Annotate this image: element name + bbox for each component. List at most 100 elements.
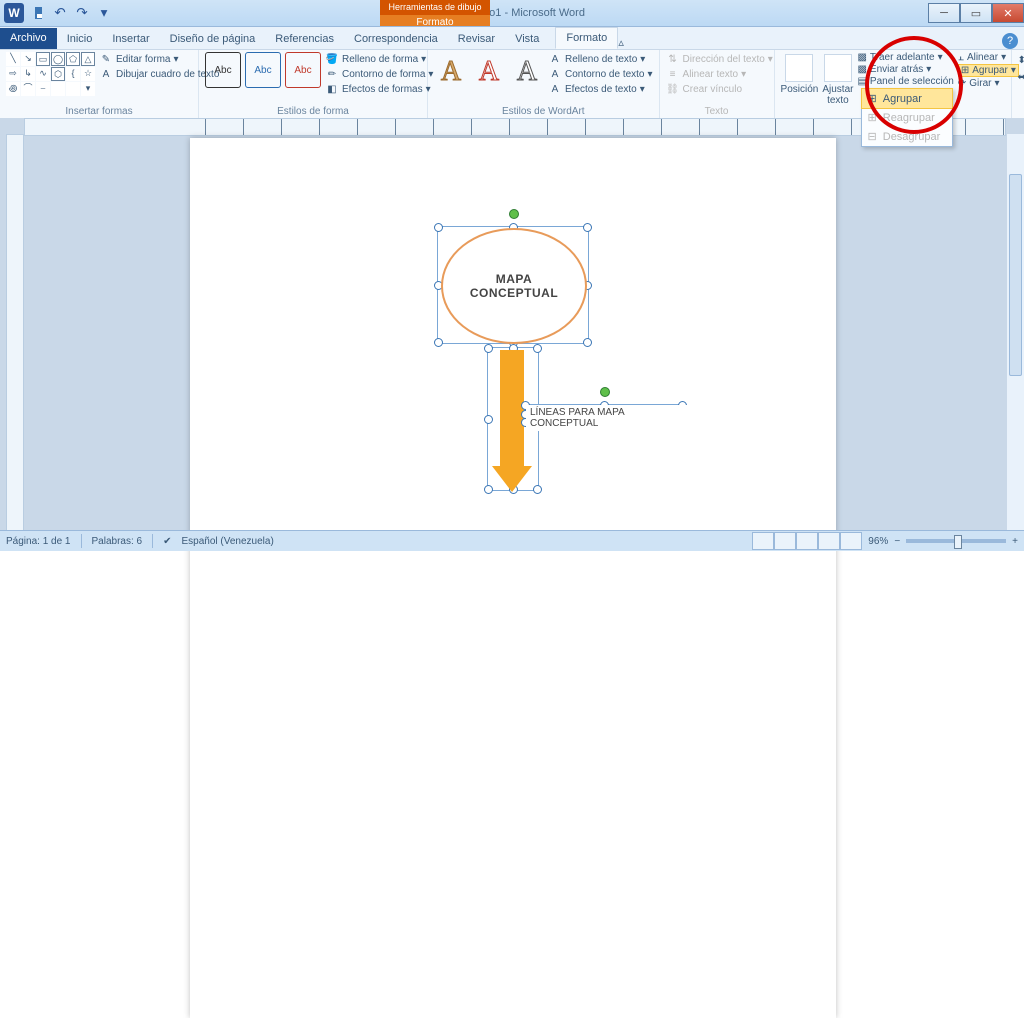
group-arrange: Posición Ajustar texto ▩Traer adelante ▾… xyxy=(775,50,1012,118)
text-box-icon: A xyxy=(99,67,113,81)
contextual-tab-label[interactable]: Formato xyxy=(380,15,490,30)
vertical-scrollbar[interactable] xyxy=(1006,134,1024,531)
shapes-gallery[interactable]: ╲↘▭◯⬠△ ⇨↳∿⬡{☆ ꩜⌒⎯▾ xyxy=(6,52,95,96)
style-sample[interactable]: Abc xyxy=(245,52,281,88)
zoom-slider[interactable] xyxy=(906,539,1006,543)
save-icon[interactable] xyxy=(28,3,48,23)
pencil-outline-icon: ✏ xyxy=(325,67,339,81)
shape-effects-button[interactable]: ◧Efectos de formas ▾ xyxy=(325,82,433,96)
scrollbar-thumb[interactable] xyxy=(1009,174,1022,376)
help-icon[interactable]: ? xyxy=(1002,33,1018,49)
wordart-sample[interactable]: A xyxy=(472,52,506,92)
group-text: ⇅Dirección del texto ▾ ≡Alinear texto ▾ … xyxy=(660,50,775,118)
close-button[interactable]: ✕ xyxy=(992,3,1024,23)
bring-forward-icon: ▩ xyxy=(857,52,866,63)
zoom-slider-handle[interactable] xyxy=(954,535,962,549)
tab-page-layout[interactable]: Diseño de página xyxy=(160,29,266,49)
status-bar: Página: 1 de 1 Palabras: 6 ✔ Español (Ve… xyxy=(0,530,1024,551)
tab-mailings[interactable]: Correspondencia xyxy=(344,29,448,49)
tab-home[interactable]: Inicio xyxy=(57,29,103,49)
group-label: Texto xyxy=(666,106,768,118)
text-outline-button[interactable]: AContorno de texto ▾ xyxy=(548,67,653,81)
position-button[interactable]: Posición xyxy=(781,52,819,95)
title-bar: W ↶ ↷ ▾ Documento1 - Microsoft Word Herr… xyxy=(0,0,1024,27)
tab-format[interactable]: Formato xyxy=(555,27,618,49)
selection-pane-button[interactable]: ▤Panel de selección xyxy=(857,76,953,87)
edit-shape-icon: ✎ xyxy=(99,52,113,66)
horizontal-ruler[interactable] xyxy=(24,118,1006,136)
style-sample[interactable]: Abc xyxy=(205,52,241,88)
window-controls: ─ ▭ ✕ xyxy=(928,3,1024,23)
group-button[interactable]: ⊞Agrupar ▾ xyxy=(958,64,1019,77)
effects-icon: ◧ xyxy=(325,82,339,96)
position-icon xyxy=(785,54,813,82)
shape-text-box[interactable]: LÍNEAS PARA MAPA CONCEPTUAL xyxy=(526,405,688,431)
bucket-icon: 🪣 xyxy=(325,52,339,66)
view-draft[interactable] xyxy=(840,532,862,550)
shape-oval[interactable]: MAPACONCEPTUAL xyxy=(441,228,587,344)
wordart-gallery[interactable]: A A A xyxy=(434,52,544,92)
text-outline-icon: A xyxy=(548,67,562,81)
status-language[interactable]: Español (Venezuela) xyxy=(181,536,273,547)
wrap-text-button[interactable]: Ajustar texto xyxy=(822,52,853,106)
dropdown-item-ungroup: ⊟Desagrupar xyxy=(862,127,952,146)
word-app-icon: W xyxy=(4,3,24,23)
status-page[interactable]: Página: 1 de 1 xyxy=(6,536,71,547)
shape-outline-button[interactable]: ✏Contorno de forma ▾ xyxy=(325,67,433,81)
tab-insert[interactable]: Insertar xyxy=(102,29,159,49)
view-outline[interactable] xyxy=(818,532,840,550)
text-fill-button[interactable]: ARelleno de texto ▾ xyxy=(548,52,653,66)
ungroup-icon: ⊟ xyxy=(868,130,877,143)
width-icon: ⬌ xyxy=(1018,72,1024,83)
ribbon-tabs: Archivo Inicio Insertar Diseño de página… xyxy=(0,27,1024,50)
bring-forward-button[interactable]: ▩Traer adelante ▾ xyxy=(857,52,953,63)
align-button[interactable]: ⫠Alinear ▾ xyxy=(958,52,1019,63)
align-text-icon: ≡ xyxy=(666,67,680,81)
proofing-icon[interactable]: ✔ xyxy=(163,536,171,547)
wrap-text-icon xyxy=(824,54,852,82)
minimize-button[interactable]: ─ xyxy=(928,3,960,23)
status-word-count[interactable]: Palabras: 6 xyxy=(92,536,143,547)
align-icon: ⫠ xyxy=(958,52,964,63)
document-area: MAPACONCEPTUAL LÍNEAS PARA MAPA CONCEPTU… xyxy=(0,118,1024,531)
dropdown-item-group[interactable]: ⊞Agrupar xyxy=(861,88,953,109)
text-effects-button[interactable]: AEfectos de texto ▾ xyxy=(548,82,653,96)
text-fill-icon: A xyxy=(548,52,562,66)
tab-review[interactable]: Revisar xyxy=(448,29,505,49)
wordart-sample[interactable]: A xyxy=(434,52,468,92)
dropdown-item-regroup: ⊞Reagrupar xyxy=(862,108,952,127)
view-buttons xyxy=(752,532,862,550)
shape-arrow-body[interactable] xyxy=(500,350,524,466)
shape-width-input[interactable]: ⬌▴▾ xyxy=(1018,69,1024,85)
rotate-icon: ⟳ xyxy=(958,78,966,89)
text-effects-icon: A xyxy=(548,82,562,96)
align-text-button: ≡Alinear texto ▾ xyxy=(666,67,773,81)
group-wordart-styles: A A A ARelleno de texto ▾ AContorno de t… xyxy=(428,50,660,118)
undo-icon[interactable]: ↶ xyxy=(50,3,70,23)
zoom-out-button[interactable]: − xyxy=(894,536,900,547)
rotate-button[interactable]: ⟳Girar ▾ xyxy=(958,78,1019,89)
tab-view[interactable]: Vista xyxy=(505,29,549,49)
restore-button[interactable]: ▭ xyxy=(960,3,992,23)
wordart-sample[interactable]: A xyxy=(510,52,544,92)
shape-height-input[interactable]: ⬍▴▾ xyxy=(1018,52,1024,68)
redo-icon[interactable]: ↷ xyxy=(72,3,92,23)
shape-style-gallery[interactable]: Abc Abc Abc xyxy=(205,52,321,88)
vertical-ruler[interactable] xyxy=(6,134,24,531)
tab-file[interactable]: Archivo xyxy=(0,28,57,49)
shape-fill-button[interactable]: 🪣Relleno de forma ▾ xyxy=(325,52,433,66)
contextual-tab-header: Herramientas de dibujo Formato xyxy=(380,0,490,26)
view-print-layout[interactable] xyxy=(752,532,774,550)
height-icon: ⬍ xyxy=(1018,55,1024,66)
style-sample[interactable]: Abc xyxy=(285,52,321,88)
status-zoom[interactable]: 96% xyxy=(868,536,888,547)
zoom-in-button[interactable]: + xyxy=(1012,536,1018,547)
send-backward-button[interactable]: ▩Enviar atrás ▾ xyxy=(857,64,953,75)
send-backward-icon: ▩ xyxy=(857,64,866,75)
tab-references[interactable]: Referencias xyxy=(265,29,344,49)
qat-customize-icon[interactable]: ▾ xyxy=(94,3,114,23)
view-web-layout[interactable] xyxy=(796,532,818,550)
minimize-ribbon-icon[interactable]: ▵ xyxy=(618,36,624,49)
view-full-screen[interactable] xyxy=(774,532,796,550)
shape-arrow-head[interactable] xyxy=(492,466,532,492)
